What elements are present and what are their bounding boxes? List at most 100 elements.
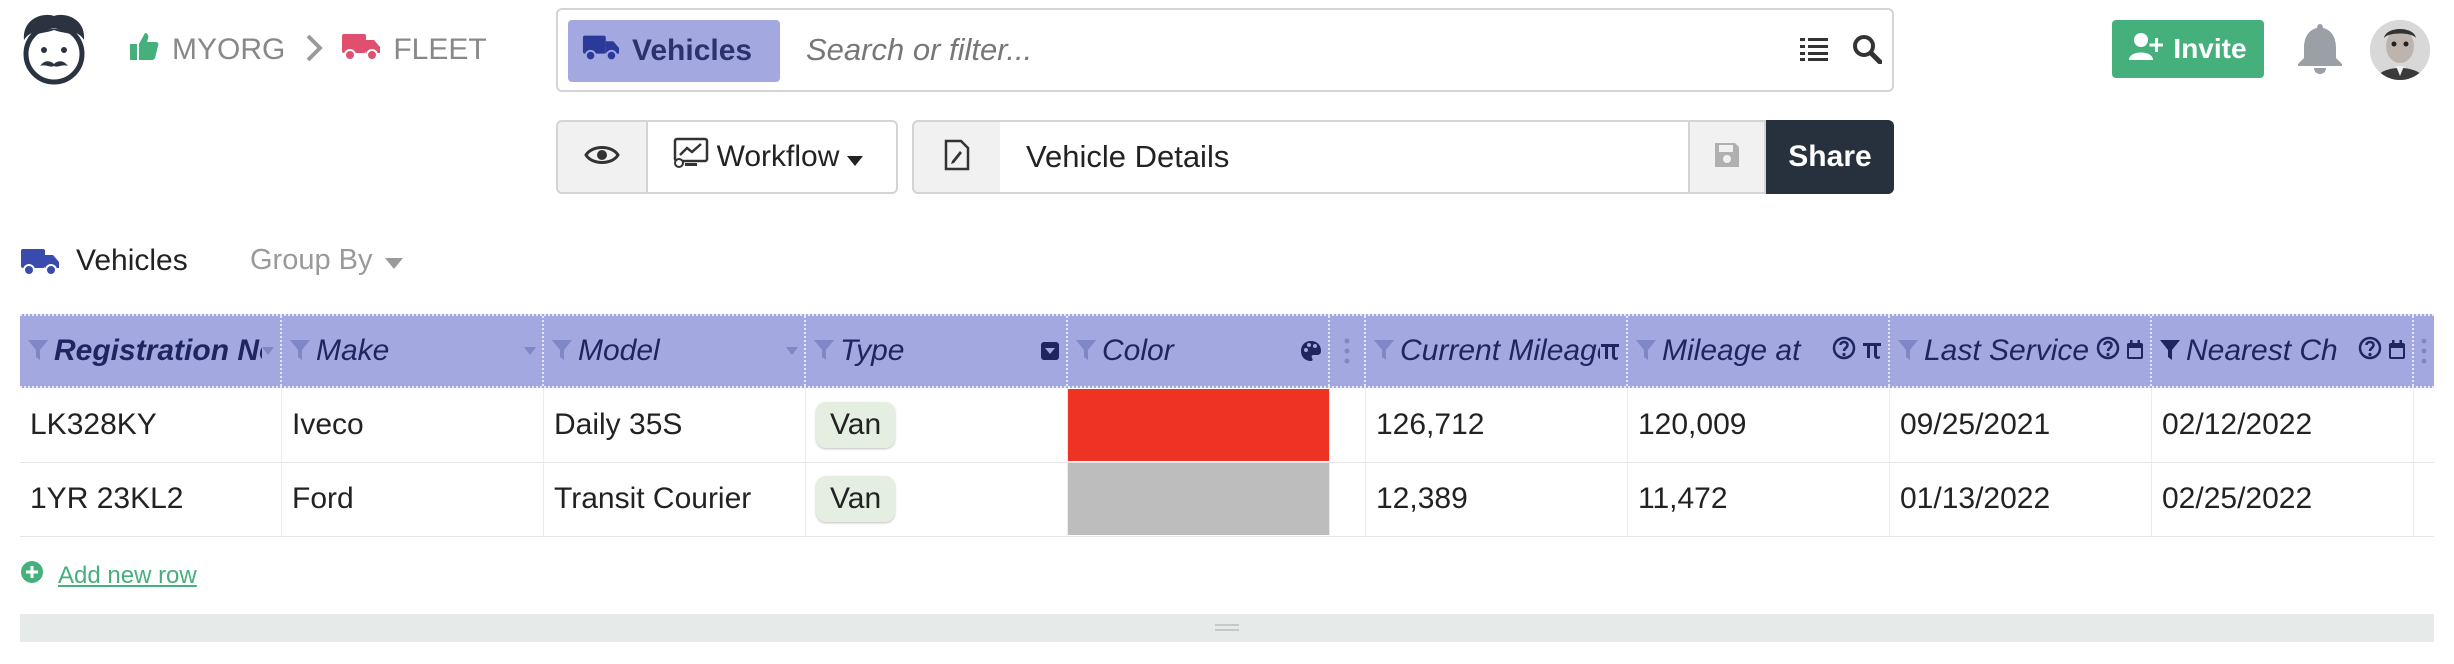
thumbs-up-icon <box>128 30 172 70</box>
save-icon <box>1713 141 1741 174</box>
column-header-model[interactable]: Model <box>544 316 806 386</box>
caret-down-icon[interactable] <box>786 347 798 355</box>
search-bar[interactable]: Vehicles Search or filter... <box>556 8 1894 92</box>
column-header-nearest[interactable]: Nearest Ch <box>2152 316 2414 386</box>
group-by-label: Group By <box>250 244 373 276</box>
column-resize-handle[interactable] <box>1330 316 1366 386</box>
type-badge: Van <box>816 476 896 522</box>
view-name-field[interactable]: Vehicle Details <box>1000 120 1690 194</box>
help-circle-icon[interactable] <box>2096 334 2120 368</box>
filter-icon[interactable] <box>1898 334 1918 368</box>
cell-current-mileage[interactable]: 126,712 <box>1366 388 1628 462</box>
cell-last-service[interactable]: 01/13/2022 <box>1890 462 2152 536</box>
cell-last-service[interactable]: 09/25/2021 <box>1890 388 2152 462</box>
document-edit-icon <box>944 139 970 176</box>
save-view-button[interactable] <box>1688 120 1766 194</box>
avatar[interactable] <box>2370 20 2430 80</box>
cell-model[interactable]: Daily 35S <box>544 388 806 462</box>
column-label: Make <box>316 334 390 367</box>
add-new-row-link[interactable]: Add new row <box>20 560 197 591</box>
filter-icon[interactable] <box>28 334 48 368</box>
add-user-icon <box>2129 32 2173 67</box>
breadcrumb-org[interactable]: MYORG <box>128 30 285 70</box>
truck-icon <box>341 31 393 69</box>
cell-nearest[interactable]: 02/25/2022 <box>2152 462 2414 536</box>
cell-spacer <box>1330 388 1366 462</box>
breadcrumb: MYORG FLEET <box>128 30 487 70</box>
filter-active-icon[interactable] <box>2160 334 2180 368</box>
column-label: Type <box>840 334 905 367</box>
column-header-make[interactable]: Make <box>282 316 544 386</box>
caret-down-icon[interactable] <box>262 347 274 355</box>
cell-mileage-at[interactable]: 120,009 <box>1628 388 1890 462</box>
pi-formula-icon <box>1600 341 1620 361</box>
search-input[interactable]: Search or filter... <box>806 10 1032 90</box>
plus-circle-icon <box>20 560 58 591</box>
filter-icon[interactable] <box>1076 334 1096 368</box>
filter-icon[interactable] <box>290 334 310 368</box>
cell-type[interactable]: Van <box>806 388 1068 462</box>
table-header-row: Registration No Make Model Type Color Cu… <box>20 314 2434 388</box>
cell-type[interactable]: Van <box>806 462 1068 536</box>
column-resize-handle[interactable] <box>2414 316 2434 386</box>
view-type-button[interactable] <box>912 120 1002 194</box>
type-badge: Van <box>816 402 896 448</box>
column-header-icons <box>2358 334 2406 368</box>
workflow-label: Workflow <box>716 140 840 173</box>
pi-formula-icon <box>1862 334 1882 368</box>
dropdown-square-icon[interactable] <box>1040 341 1060 361</box>
cell-mileage-at[interactable]: 11,472 <box>1628 462 1890 536</box>
table-row[interactable]: LK328KY Iveco Daily 35S Van 126,712 120,… <box>20 388 2434 463</box>
caret-down-icon <box>384 244 403 277</box>
list-view-icon[interactable] <box>1800 36 1828 67</box>
palette-icon[interactable] <box>1300 340 1322 362</box>
column-header-mileage-at[interactable]: Mileage at <box>1628 316 1890 386</box>
cell-spacer <box>1330 462 1366 536</box>
breadcrumb-fleet[interactable]: FLEET <box>341 31 487 69</box>
share-button[interactable]: Share <box>1766 120 1894 194</box>
bell-icon[interactable] <box>2296 22 2344 79</box>
app-logo[interactable] <box>18 12 90 88</box>
table-row[interactable]: 1YR 23KL2 Ford Transit Courier Van 12,38… <box>20 462 2434 537</box>
cell-make[interactable]: Ford <box>282 462 544 536</box>
column-header-last-service[interactable]: Last Service <box>1890 316 2152 386</box>
column-label: Color <box>1102 334 1174 367</box>
cell-make[interactable]: Iveco <box>282 388 544 462</box>
search-table-tag[interactable]: Vehicles <box>568 20 780 82</box>
column-label: Current Mileage <box>1400 334 1600 367</box>
filter-icon[interactable] <box>1636 334 1656 368</box>
column-header-type[interactable]: Type <box>806 316 1068 386</box>
caret-down-icon[interactable] <box>524 347 536 355</box>
column-header-icons <box>1832 334 1882 368</box>
search-icon[interactable] <box>1852 34 1883 69</box>
cell-color[interactable] <box>1068 388 1330 462</box>
filter-icon[interactable] <box>814 334 834 368</box>
view-visibility-button[interactable] <box>556 120 648 194</box>
workflow-dropdown[interactable]: Workflow <box>646 120 898 194</box>
column-header-registration[interactable]: Registration No <box>20 316 282 386</box>
chevron-right-icon <box>305 33 324 68</box>
breadcrumb-fleet-label: FLEET <box>393 33 487 66</box>
truck-icon <box>20 246 60 281</box>
cell-registration[interactable]: LK328KY <box>20 388 282 462</box>
cell-registration[interactable]: 1YR 23KL2 <box>20 462 282 536</box>
invite-button[interactable]: Invite <box>2112 20 2264 78</box>
help-circle-icon[interactable] <box>2358 334 2382 368</box>
panel-resize-handle[interactable] <box>20 614 2434 642</box>
cell-color[interactable] <box>1068 462 1330 536</box>
cell-current-mileage[interactable]: 12,389 <box>1366 462 1628 536</box>
cell-nearest[interactable]: 02/12/2022 <box>2152 388 2414 462</box>
group-by-dropdown[interactable]: Group By <box>250 244 403 277</box>
column-label: Registration No <box>54 334 262 367</box>
workflow-icon <box>673 137 717 177</box>
calendar-icon <box>2388 334 2406 368</box>
help-circle-icon[interactable] <box>1832 334 1856 368</box>
column-header-color[interactable]: Color <box>1068 316 1330 386</box>
filter-icon[interactable] <box>552 334 572 368</box>
table-title: Vehicles <box>76 244 188 277</box>
column-header-icons <box>2096 334 2144 368</box>
cell-model[interactable]: Transit Courier <box>544 462 806 536</box>
filter-icon[interactable] <box>1374 334 1394 368</box>
column-header-current-mileage[interactable]: Current Mileage <box>1366 316 1628 386</box>
search-table-tag-label: Vehicles <box>632 34 753 67</box>
